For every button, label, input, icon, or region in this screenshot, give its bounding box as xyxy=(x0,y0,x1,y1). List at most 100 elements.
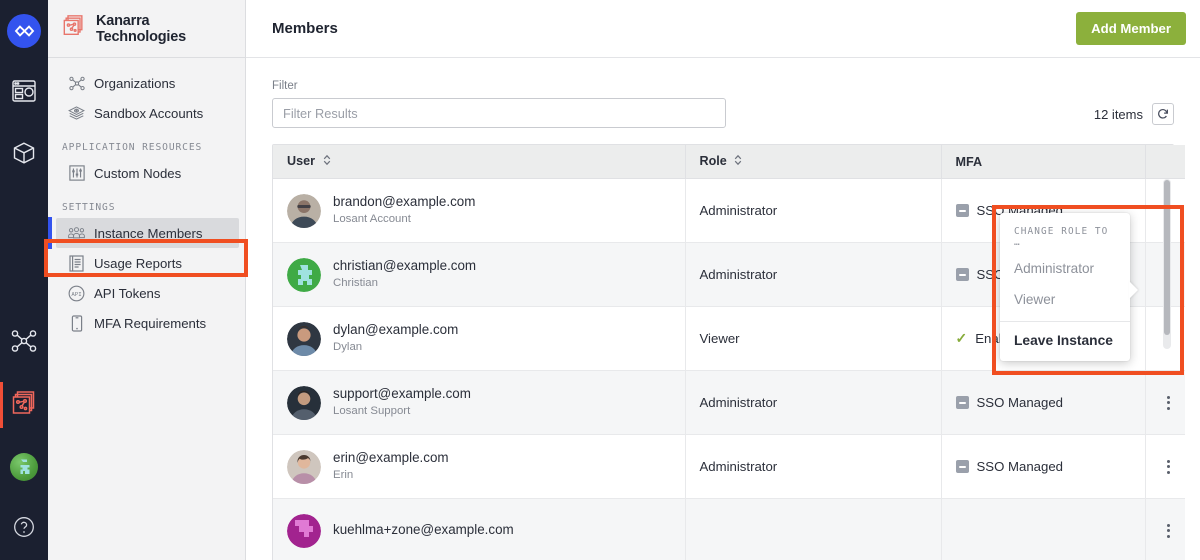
sidebar-nav: Organizations Sandbox Accounts APPLICATI… xyxy=(48,58,245,338)
cell-actions xyxy=(1145,434,1185,500)
user-name: Dylan xyxy=(333,341,363,354)
avatar xyxy=(287,257,321,292)
cell-role: Administrator xyxy=(685,242,942,308)
sidebar-item-label: Sandbox Accounts xyxy=(94,105,204,121)
rail-item-organizations[interactable] xyxy=(0,312,48,374)
filter-input[interactable] xyxy=(272,98,726,128)
stacked-cards-icon xyxy=(11,390,37,421)
sidebar-item-mfa-requirements[interactable]: MFA Requirements xyxy=(56,308,239,338)
filter-label: Filter xyxy=(272,80,298,92)
mfa-status: SSO Managed xyxy=(955,395,1131,411)
change-role-dropdown: CHANGE ROLE TO … Administrator Viewer Le… xyxy=(1000,213,1138,361)
rail-item-help[interactable] xyxy=(0,498,48,560)
row-menu-icon[interactable] xyxy=(1160,458,1178,476)
refresh-icon[interactable] xyxy=(1152,103,1174,125)
user-info: christian@example.com Christian xyxy=(333,258,476,291)
rail-active-indicator xyxy=(0,382,3,428)
stacked-cards-icon xyxy=(62,14,86,43)
sort-icon xyxy=(734,154,742,169)
user-email: brandon@example.com xyxy=(333,194,476,210)
table-header-row: User Role MFA xyxy=(273,145,1185,180)
cell-actions xyxy=(1145,498,1185,560)
dashboard-icon xyxy=(12,79,36,107)
sidebar-item-label: API Tokens xyxy=(94,285,161,301)
sidebar-item-custom-nodes[interactable]: Custom Nodes xyxy=(56,158,239,188)
sidebar-item-label: Usage Reports xyxy=(94,255,182,271)
cell-user: christian@example.com Christian xyxy=(273,242,686,308)
sidebar-item-label: MFA Requirements xyxy=(94,315,207,331)
cell-role: Viewer xyxy=(685,306,942,372)
question-circle-icon xyxy=(13,516,35,543)
sidebar-item-label: Organizations xyxy=(94,75,176,91)
cell-user: kuehlma+zone@example.com xyxy=(273,498,686,560)
item-count: 12 items xyxy=(1093,106,1143,122)
sidebar-group-title-settings: SETTINGS xyxy=(62,202,116,213)
avatar xyxy=(287,513,321,548)
rail-item-packages[interactable] xyxy=(0,124,48,186)
filter-row: 12 items xyxy=(272,98,1174,128)
dropdown-option-viewer[interactable]: Viewer xyxy=(1000,285,1130,316)
row-menu-icon[interactable] xyxy=(1160,522,1178,540)
column-label: User xyxy=(287,154,316,168)
user-email: dylan@example.com xyxy=(333,322,459,338)
user-email: kuehlma+zone@example.com xyxy=(333,521,514,537)
add-member-button[interactable]: Add Member xyxy=(1076,12,1186,45)
infinity-logo-icon xyxy=(7,14,41,48)
user-email: erin@example.com xyxy=(333,450,449,466)
avatar xyxy=(287,321,321,356)
cell-role: Administrator xyxy=(685,178,942,244)
cell-user: dylan@example.com Dylan xyxy=(273,306,686,372)
user-cell: dylan@example.com Dylan xyxy=(287,321,671,356)
table-row[interactable]: kuehlma+zone@example.com xyxy=(273,498,1185,560)
sso-managed-icon xyxy=(955,396,969,410)
sidebar-item-api-tokens[interactable]: API API Tokens xyxy=(56,278,239,308)
nodes-icon xyxy=(11,329,37,358)
mfa-label: SSO Managed xyxy=(976,459,1064,475)
app-window: Kanarra Technologies Organizations Sandb… xyxy=(0,0,1200,560)
cell-user: support@example.com Losant Support xyxy=(273,370,686,436)
table-head: User Role MFA xyxy=(273,145,1185,180)
globe-avatar-icon xyxy=(10,453,38,481)
rail-item-losant-logo[interactable] xyxy=(0,0,48,62)
rail-item-user-avatar[interactable] xyxy=(0,436,48,498)
table-row[interactable]: erin@example.com Erin Administrator SSO … xyxy=(273,434,1185,500)
dropdown-leave-instance[interactable]: Leave Instance xyxy=(1000,322,1130,361)
user-name: Erin xyxy=(333,469,354,482)
brand-header[interactable]: Kanarra Technologies xyxy=(48,0,245,58)
cell-actions xyxy=(1145,370,1185,436)
cell-mfa: SSO Managed xyxy=(941,370,1146,436)
user-info: support@example.com Losant Support xyxy=(333,386,471,419)
sidebar: Kanarra Technologies Organizations Sandb… xyxy=(48,0,246,560)
dropdown-header: CHANGE ROLE TO … xyxy=(1014,226,1109,248)
mobile-icon xyxy=(68,314,85,332)
user-cell: kuehlma+zone@example.com xyxy=(287,513,671,548)
cell-mfa xyxy=(941,498,1146,560)
user-info: dylan@example.com Dylan xyxy=(333,322,458,355)
mfa-status: SSO Managed xyxy=(955,459,1131,475)
api-circle-icon: API xyxy=(68,285,85,302)
table-scrollbar[interactable] xyxy=(1163,179,1171,349)
column-header-user[interactable]: User xyxy=(273,145,686,180)
sidebar-item-organizations[interactable]: Organizations xyxy=(56,68,239,98)
column-label: Role xyxy=(699,154,727,168)
sidebar-item-instance-members[interactable]: Instance Members xyxy=(48,217,239,249)
user-name: Losant Support xyxy=(333,405,411,418)
brand-name: Kanarra Technologies xyxy=(96,12,186,45)
user-info: brandon@example.com Losant Account xyxy=(333,194,475,227)
user-name: Losant Account xyxy=(333,213,411,226)
sidebar-item-sandbox-accounts[interactable]: Sandbox Accounts xyxy=(56,98,239,128)
mfa-enabled-check-icon: ✓ xyxy=(955,330,968,347)
user-email: support@example.com xyxy=(333,386,471,402)
sso-managed-icon xyxy=(955,204,969,218)
sidebar-item-usage-reports[interactable]: Usage Reports xyxy=(56,248,239,278)
dropdown-option-administrator[interactable]: Administrator xyxy=(1000,254,1130,285)
table-row[interactable]: support@example.com Losant Support Admin… xyxy=(273,370,1185,436)
people-icon xyxy=(68,225,85,242)
sso-managed-icon xyxy=(955,268,969,282)
mfa-label: SSO Managed xyxy=(976,395,1064,411)
rail-item-dashboards[interactable] xyxy=(0,62,48,124)
rail-item-instance[interactable] xyxy=(0,374,48,436)
row-menu-icon[interactable] xyxy=(1160,394,1178,412)
column-header-role[interactable]: Role xyxy=(685,145,942,180)
sidebar-group-title-application-resources: APPLICATION RESOURCES xyxy=(62,142,203,153)
